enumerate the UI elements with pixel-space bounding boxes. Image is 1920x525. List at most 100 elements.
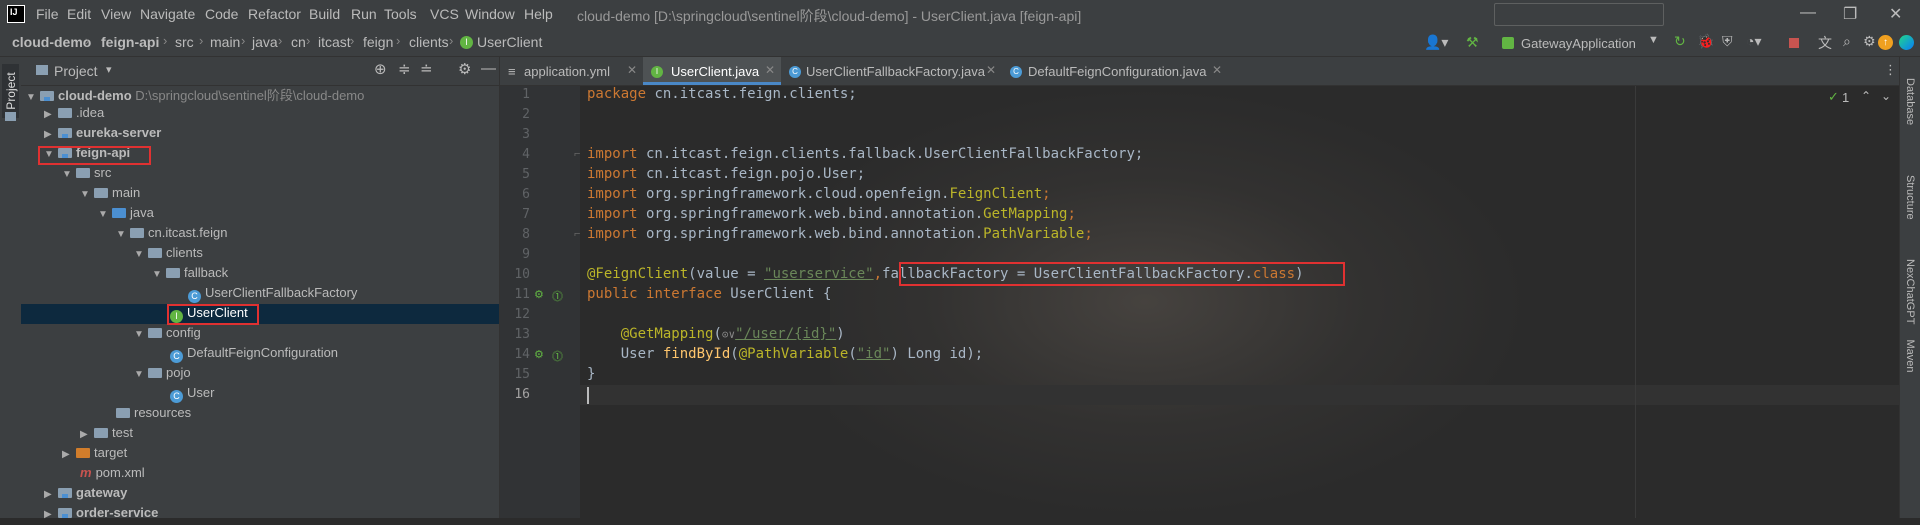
tree-item-defaultfeignconfiguration[interactable]: C DefaultFeignConfiguration — [170, 345, 338, 365]
tree-item-main[interactable]: ▼ main — [80, 185, 140, 205]
breadcrumb-cn[interactable]: cn — [291, 34, 306, 50]
code-line-11[interactable]: public interface UserClient { — [587, 286, 831, 302]
breadcrumb-src[interactable]: src — [175, 34, 194, 50]
translate-icon[interactable]: 文 — [1818, 33, 1832, 53]
fold-icon[interactable]: ⌐ — [574, 148, 580, 160]
tree-item-test[interactable]: ▶ test — [80, 425, 133, 445]
collapse-all-icon[interactable]: ≐ — [420, 60, 433, 78]
tree-item-user[interactable]: C User — [170, 385, 214, 405]
nexchatgpt-tool-button[interactable]: NexChatGPT — [1904, 259, 1916, 324]
chevron-down-icon[interactable]: ▾ — [106, 63, 112, 76]
code-line-1[interactable]: package cn.itcast.feign.clients; — [587, 86, 857, 102]
code-line-8[interactable]: import org.springframework.web.bind.anno… — [587, 226, 1093, 242]
maven-tool-button[interactable]: Maven — [1904, 339, 1916, 373]
tab-userclient-java[interactable]: I UserClient.java ✕ — [643, 57, 781, 85]
menu-help[interactable]: Help — [524, 6, 553, 22]
menu-vcs[interactable]: VCS — [430, 6, 459, 22]
code-line-6[interactable]: import org.springframework.cloud.openfei… — [587, 186, 1051, 202]
code-line-15[interactable]: } — [587, 366, 595, 382]
tab-defaultfeignconfiguration-java[interactable]: C DefaultFeignConfiguration.java ✕ — [1002, 57, 1230, 85]
breadcrumb-java[interactable]: java — [252, 34, 278, 50]
tree-item-userclientfallbackfactory[interactable]: C UserClientFallbackFactory — [188, 285, 357, 305]
update-icon[interactable]: ↑ — [1878, 35, 1893, 50]
settings-gear-icon[interactable]: ⚙ — [1863, 33, 1876, 50]
profile-icon[interactable]: ◔▾ — [1746, 33, 1761, 50]
menu-run[interactable]: Run — [351, 6, 377, 22]
breadcrumb-main[interactable]: main — [210, 34, 240, 50]
tree-item-pom-xml[interactable]: m pom.xml — [80, 465, 145, 485]
tree-item-order-service[interactable]: ▶ order-service — [44, 505, 158, 525]
menu-file[interactable]: File — [36, 6, 59, 22]
breadcrumb-userclient[interactable]: UserClient — [477, 34, 542, 50]
menu-code[interactable]: Code — [205, 6, 238, 22]
code-line-5[interactable]: import cn.itcast.feign.pojo.User; — [587, 166, 865, 182]
close-tab-icon[interactable]: ✕ — [765, 63, 775, 77]
close-tab-icon[interactable]: ✕ — [986, 63, 996, 77]
tree-item-pojo[interactable]: ▼ pojo — [134, 365, 191, 385]
locate-target-icon[interactable]: ⊕ — [374, 60, 387, 78]
implementations-gutter-icon[interactable]: ⓵ — [552, 288, 563, 304]
endpoint-icon[interactable]: ⊙∨ — [722, 328, 735, 341]
spring-bean-gutter-icon[interactable]: ⚙ — [534, 288, 544, 301]
tree-item-fallback[interactable]: ▼ fallback — [152, 265, 228, 285]
code-line-13[interactable]: @GetMapping(⊙∨"/user/{id}") — [587, 326, 845, 342]
menu-tools[interactable]: Tools — [384, 6, 417, 22]
menu-navigate[interactable]: Navigate — [140, 6, 195, 22]
expand-all-icon[interactable]: ≑ — [398, 60, 411, 78]
close-window-icon[interactable]: ✕ — [1889, 4, 1902, 24]
breadcrumb-itcast[interactable]: itcast — [318, 34, 351, 50]
rerun-icon[interactable]: ↻ — [1674, 33, 1686, 50]
implementations-gutter-icon[interactable]: ⓵ — [552, 348, 563, 364]
fallback-factory-highlight-box — [899, 262, 1345, 286]
tree-item-eureka-server[interactable]: ▶ eureka-server — [44, 125, 161, 145]
coverage-icon[interactable]: ⛨ — [1722, 33, 1733, 50]
menu-refactor[interactable]: Refactor — [248, 6, 301, 22]
tree-item-gateway[interactable]: ▶ gateway — [44, 485, 127, 505]
code-line-14[interactable]: User findById(@PathVariable("id") Long i… — [587, 346, 983, 362]
toolbox-icon[interactable] — [1899, 35, 1914, 50]
menu-window[interactable]: Window — [465, 6, 515, 22]
chevron-up-icon[interactable]: ⌃ — [1861, 89, 1871, 103]
build-hammer-icon[interactable]: ⚒ — [1466, 34, 1479, 51]
tree-item-resources[interactable]: resources — [116, 405, 191, 425]
tree-item-cn-itcast-feign[interactable]: ▼ cn.itcast.feign — [116, 225, 228, 245]
menu-edit[interactable]: Edit — [67, 6, 91, 22]
menu-build[interactable]: Build — [309, 6, 340, 22]
tree-item-clients[interactable]: ▼ clients — [134, 245, 203, 265]
fold-icon[interactable]: ⌐ — [574, 228, 580, 240]
tree-item-config[interactable]: ▼ config — [134, 325, 201, 345]
chevron-down-icon[interactable]: ⌄ — [1881, 89, 1891, 103]
user-icon[interactable]: 👤▾ — [1424, 34, 1448, 51]
spring-bean-gutter-icon[interactable]: ⚙ — [534, 348, 544, 361]
tree-item-cloud-demo[interactable]: ▼ cloud-demo D:\springcloud\sentinel阶段\cl… — [26, 85, 364, 105]
minimize-icon[interactable]: — — [1800, 4, 1816, 22]
tree-item-src[interactable]: ▼ src — [62, 165, 111, 185]
close-tab-icon[interactable]: ✕ — [1212, 63, 1222, 77]
breadcrumb-feign-api[interactable]: feign-api — [101, 34, 159, 50]
database-tool-button[interactable]: Database — [1904, 78, 1916, 125]
code-line-4[interactable]: import cn.itcast.feign.clients.fallback.… — [587, 146, 1143, 162]
tree-item-target[interactable]: ▶ target — [62, 445, 127, 465]
code-line-7[interactable]: import org.springframework.web.bind.anno… — [587, 206, 1076, 222]
more-options-icon[interactable]: ⋮ — [1884, 62, 1897, 78]
tree-item-idea[interactable]: ▶ .idea — [44, 105, 104, 125]
search-icon[interactable]: ⌕ — [1843, 33, 1851, 50]
breadcrumb-cloud-demo[interactable]: cloud-demo — [12, 34, 91, 50]
run-configuration-select[interactable] — [1494, 3, 1664, 26]
class-icon: C — [170, 390, 183, 403]
restore-icon[interactable]: ❐ — [1843, 4, 1857, 24]
project-panel-title[interactable]: Project — [54, 63, 98, 79]
hide-panel-icon[interactable]: — — [481, 60, 496, 77]
gear-icon[interactable]: ⚙ — [458, 60, 471, 78]
inspection-ok-icon[interactable]: ✓ — [1828, 89, 1839, 105]
menu-view[interactable]: View — [101, 6, 131, 22]
breadcrumb-clients[interactable]: clients — [409, 34, 449, 50]
structure-tool-button[interactable]: Structure — [1904, 175, 1916, 220]
tree-item-java[interactable]: ▼ java — [98, 205, 154, 225]
debug-icon[interactable]: 🐞 — [1697, 33, 1714, 50]
tab-application-yml[interactable]: ≡ application.yml ✕ — [500, 57, 643, 85]
close-tab-icon[interactable]: ✕ — [627, 63, 637, 77]
tab-userclientfallbackfactory-java[interactable]: C UserClientFallbackFactory.java ✕ — [781, 57, 1002, 85]
breadcrumb-feign[interactable]: feign — [363, 34, 393, 50]
stop-icon[interactable] — [1789, 38, 1799, 48]
